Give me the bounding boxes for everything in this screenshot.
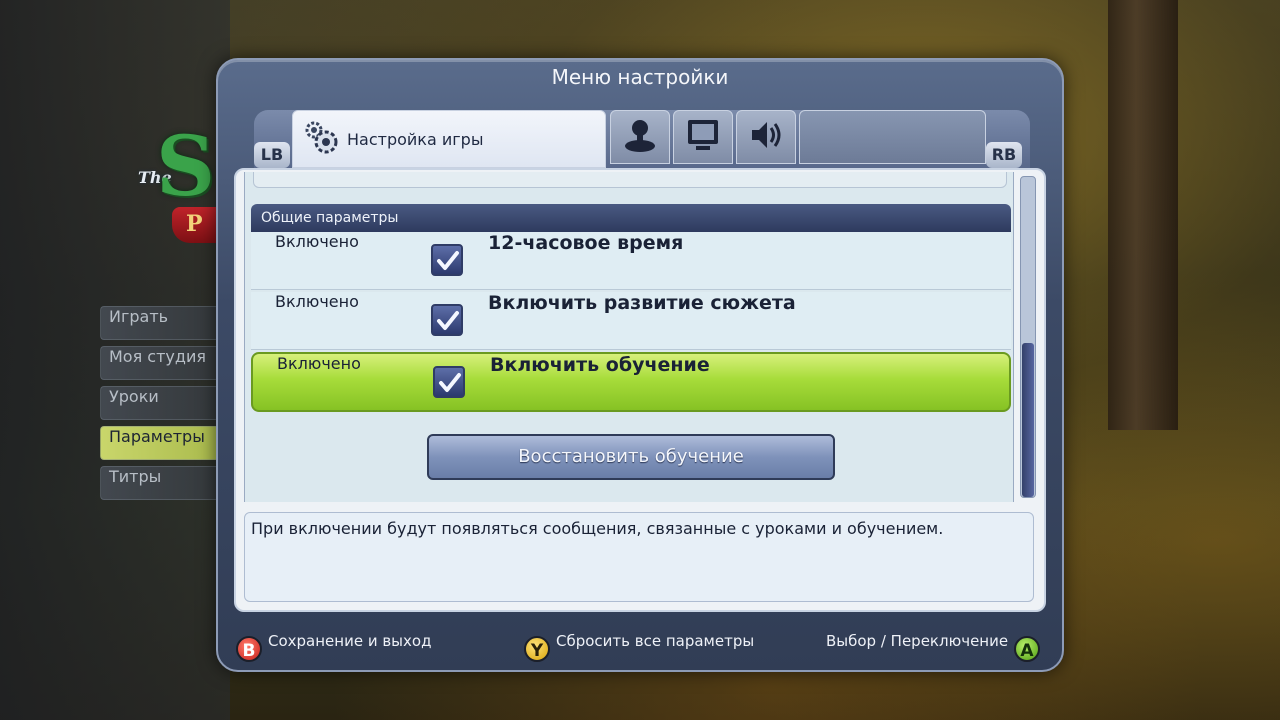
main-menu-item-play[interactable]: Играть (100, 306, 230, 340)
speaker-icon (746, 115, 786, 159)
main-menu-item-options[interactable]: Параметры (100, 426, 230, 460)
y-button-icon[interactable]: Y (524, 636, 550, 662)
option-label: 12-часовое время (488, 232, 684, 254)
checkmark-icon (437, 251, 459, 270)
option-state: Включено (275, 232, 359, 251)
background-tree (1108, 0, 1178, 430)
main-menu-item-my-studio[interactable]: Моя студия (100, 346, 230, 380)
tab-game-settings[interactable]: Настройка игры (292, 110, 606, 168)
tab-controls[interactable] (610, 110, 670, 164)
settings-content-panel: Общие параметры Включено 12-часовое врем… (234, 168, 1046, 612)
save-and-exit-label[interactable]: Сохранение и выход (268, 632, 431, 650)
select-toggle-label[interactable]: Выбор / Переключение (826, 632, 1008, 650)
section-header-general: Общие параметры (251, 204, 1011, 232)
option-state: Включено (277, 354, 361, 373)
b-button-icon[interactable]: B (236, 636, 262, 662)
logo-s-letter: S (156, 119, 216, 215)
rb-shoulder-button[interactable]: RB (986, 142, 1022, 168)
checkmark-icon (437, 311, 459, 330)
main-menu-item-credits[interactable]: Титры (100, 466, 230, 500)
option-label: Включить обучение (490, 354, 710, 376)
option-label: Включить развитие сюжета (488, 292, 796, 314)
checkmark-icon (439, 373, 461, 392)
scrollbar-thumb[interactable] (1022, 343, 1034, 497)
option-row-12-hour-time[interactable]: Включено 12-часовое время (251, 232, 1011, 290)
restore-tutorial-button[interactable]: Восстановить обучение (427, 434, 835, 480)
checkbox-story-progression[interactable] (431, 304, 463, 336)
lb-shoulder-button[interactable]: LB (254, 142, 290, 168)
checkbox-tutorial[interactable] (433, 366, 465, 398)
main-menu: Играть Моя студия Уроки Параметры Титры (100, 306, 230, 506)
tab-audio[interactable] (736, 110, 796, 164)
reset-all-label[interactable]: Сбросить все параметры (556, 632, 754, 650)
tab-display[interactable] (673, 110, 733, 164)
dialog-title: Меню настройки (551, 65, 729, 89)
option-state: Включено (275, 292, 359, 311)
scrollbar[interactable] (1020, 176, 1036, 498)
list-item-partial (253, 172, 1007, 188)
settings-dialog: Меню настройки LB RB Настройка игры Общи… (216, 58, 1064, 672)
gears-icon (301, 117, 341, 161)
tab-empty (799, 110, 986, 164)
tab-game-settings-label: Настройка игры (347, 129, 484, 149)
option-description: При включении будут появляться сообщения… (244, 512, 1034, 602)
a-button-icon[interactable]: A (1014, 636, 1040, 662)
option-row-tutorial[interactable]: Включено Включить обучение (251, 352, 1011, 412)
joystick-icon (620, 115, 660, 159)
monitor-icon (683, 115, 723, 159)
option-row-story-progression[interactable]: Включено Включить развитие сюжета (251, 292, 1011, 350)
checkbox-12-hour-time[interactable] (431, 244, 463, 276)
main-menu-item-lessons[interactable]: Уроки (100, 386, 230, 420)
settings-list[interactable]: Общие параметры Включено 12-часовое врем… (244, 172, 1014, 502)
button-prompts: B Сохранение и выход Y Сбросить все пара… (218, 632, 1062, 668)
